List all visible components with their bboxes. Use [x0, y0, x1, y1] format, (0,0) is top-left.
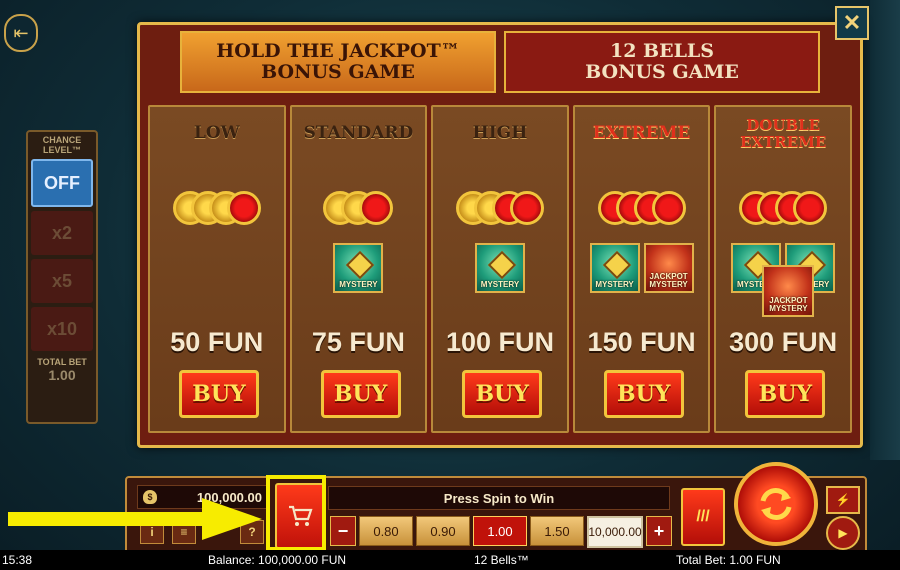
jackpot-mystery-symbol-icon: JACKPOT MYSTERY	[643, 243, 694, 293]
bonus-buy-modal: HOLD THE JACKPOT™ BONUS GAME 12 BELLS BO…	[137, 22, 863, 448]
close-button[interactable]: ✕	[835, 6, 869, 40]
spin-arrows-icon	[760, 488, 792, 520]
symbol-tiles: MYSTERY	[292, 243, 426, 303]
close-icon: ✕	[842, 10, 862, 35]
tab-hold-the-jackpot[interactable]: HOLD THE JACKPOT™ BONUS GAME	[180, 31, 496, 93]
coin-stack	[716, 191, 850, 231]
tier-name: LOW	[193, 123, 240, 143]
status-balance: Balance: 100,000.00 FUN	[208, 553, 347, 567]
chance-option-x5[interactable]: x5	[31, 259, 93, 303]
red-coin-icon	[359, 191, 394, 225]
jackpot-mystery-symbol-icon: JACKPOT MYSTERY	[762, 265, 815, 317]
status-total-bet: Total Bet: 1.00 FUN	[676, 553, 781, 567]
tier-name: EXTREME	[592, 123, 691, 143]
bet-option[interactable]: 10,000.00	[587, 516, 643, 548]
clock: 15:38	[2, 553, 33, 567]
tier-low: LOW 50 FUN BUY	[148, 105, 286, 433]
turbo-icon: ///	[696, 508, 710, 525]
exit-icon: ⇤	[13, 22, 29, 43]
tier-double-extreme: DOUBLE EXTREME MYSTERY MYSTERY JACKPOT M…	[714, 105, 852, 433]
tier-high: HIGH MYSTERY 100 FUN BUY	[431, 105, 569, 433]
coin-stack	[433, 191, 567, 231]
red-coin-icon	[226, 191, 261, 225]
status-bar: 15:38 Balance: 100,000.00 FUN 12 Bells™ …	[0, 550, 900, 570]
tier-extreme: EXTREME MYSTERY JACKPOT MYSTERY 150 FUN …	[572, 105, 711, 433]
gem-icon	[346, 250, 375, 280]
coin-stack	[150, 191, 284, 231]
menu-icon: ≡	[180, 525, 188, 539]
tier-list: LOW 50 FUN BUY STANDARD MYSTERY 75 FUN B…	[148, 105, 852, 433]
tier-price: 75 FUN	[311, 327, 405, 357]
money-bag-icon: $	[143, 490, 157, 504]
buy-button-standard[interactable]: BUY	[320, 370, 401, 418]
mystery-label: MYSTERY	[595, 280, 634, 289]
symbol-tiles: MYSTERY MYSTERY JACKPOT MYSTERY	[716, 243, 850, 317]
red-coin-icon	[793, 191, 828, 225]
tier-price: 50 FUN	[170, 327, 264, 357]
tier-standard: STANDARD MYSTERY 75 FUN BUY	[289, 105, 428, 433]
background-edge	[870, 0, 900, 460]
buy-button-low[interactable]: BUY	[179, 370, 259, 418]
game-title: 12 Bells™	[474, 553, 529, 567]
bolt-icon: ⚡	[835, 493, 851, 507]
buy-button-double-extreme[interactable]: BUY	[745, 370, 826, 418]
exit-button[interactable]: ⇤	[4, 14, 38, 52]
tier-price: 150 FUN	[587, 327, 696, 357]
chance-option-x10[interactable]: x10	[31, 307, 93, 351]
tab-label: HOLD THE JACKPOT™ BONUS GAME	[216, 40, 460, 83]
play-icon: ▶	[838, 526, 848, 540]
buy-button-high[interactable]: BUY	[462, 370, 543, 418]
arrow-annotation	[8, 512, 204, 526]
bet-selector: − 0.80 0.90 1.00 1.50 10,000.00 +	[330, 516, 672, 548]
tab-12-bells[interactable]: 12 BELLS BONUS GAME	[504, 31, 820, 93]
spin-button[interactable]	[734, 462, 818, 546]
coin-stack	[575, 191, 709, 231]
mystery-label: MYSTERY	[339, 280, 378, 289]
highlight-box	[266, 475, 326, 551]
mystery-symbol-icon: MYSTERY	[589, 243, 640, 293]
tab-label: 12 BELLS BONUS GAME	[585, 40, 739, 83]
jackpot-mystery-label: JACKPOT MYSTERY	[649, 272, 688, 289]
mystery-symbol-icon: MYSTERY	[474, 243, 525, 293]
bet-option[interactable]: 0.90	[416, 516, 470, 546]
jackpot-mystery-label: JACKPOT MYSTERY	[769, 296, 808, 313]
message-display: Press Spin to Win	[328, 486, 670, 510]
gamble-button[interactable]: ⚡	[826, 486, 860, 514]
tier-name: DOUBLE EXTREME	[740, 116, 827, 151]
chance-level-panel: CHANCE LEVEL™ OFF x2 x5 x10 TOTAL BET 1.…	[26, 130, 98, 424]
mystery-symbol-icon: MYSTERY	[333, 243, 384, 293]
buy-button-extreme[interactable]: BUY	[603, 370, 684, 418]
tier-name: STANDARD	[303, 123, 414, 143]
symbol-tiles: MYSTERY	[433, 243, 567, 303]
info-icon: i	[150, 525, 154, 539]
symbol-tiles: MYSTERY JACKPOT MYSTERY	[575, 243, 709, 303]
coin-stack	[292, 191, 426, 231]
chance-option-x2[interactable]: x2	[31, 211, 93, 255]
red-coin-icon	[509, 191, 544, 225]
autoplay-button[interactable]: ▶	[826, 516, 860, 550]
chance-option-off[interactable]: OFF	[31, 159, 93, 207]
bet-option[interactable]: 0.80	[359, 516, 413, 546]
tier-price: 100 FUN	[445, 327, 554, 357]
red-coin-icon	[651, 191, 686, 225]
mystery-label: MYSTERY	[480, 280, 520, 289]
arrow-head	[202, 498, 262, 540]
decrease-bet-button[interactable]: −	[330, 516, 356, 546]
chance-level-title: CHANCE LEVEL™	[42, 135, 82, 155]
tier-name: HIGH	[472, 123, 528, 143]
bet-option-selected[interactable]: 1.00	[473, 516, 527, 546]
increase-bet-button[interactable]: +	[646, 516, 672, 546]
gem-icon	[487, 250, 517, 280]
total-bet-label: TOTAL BET	[37, 357, 87, 367]
turbo-button[interactable]: ///	[681, 488, 725, 546]
total-bet-value: 1.00	[48, 367, 76, 383]
gem-icon	[602, 250, 631, 280]
bet-option[interactable]: 1.50	[530, 516, 584, 546]
tier-price: 300 FUN	[729, 327, 838, 357]
